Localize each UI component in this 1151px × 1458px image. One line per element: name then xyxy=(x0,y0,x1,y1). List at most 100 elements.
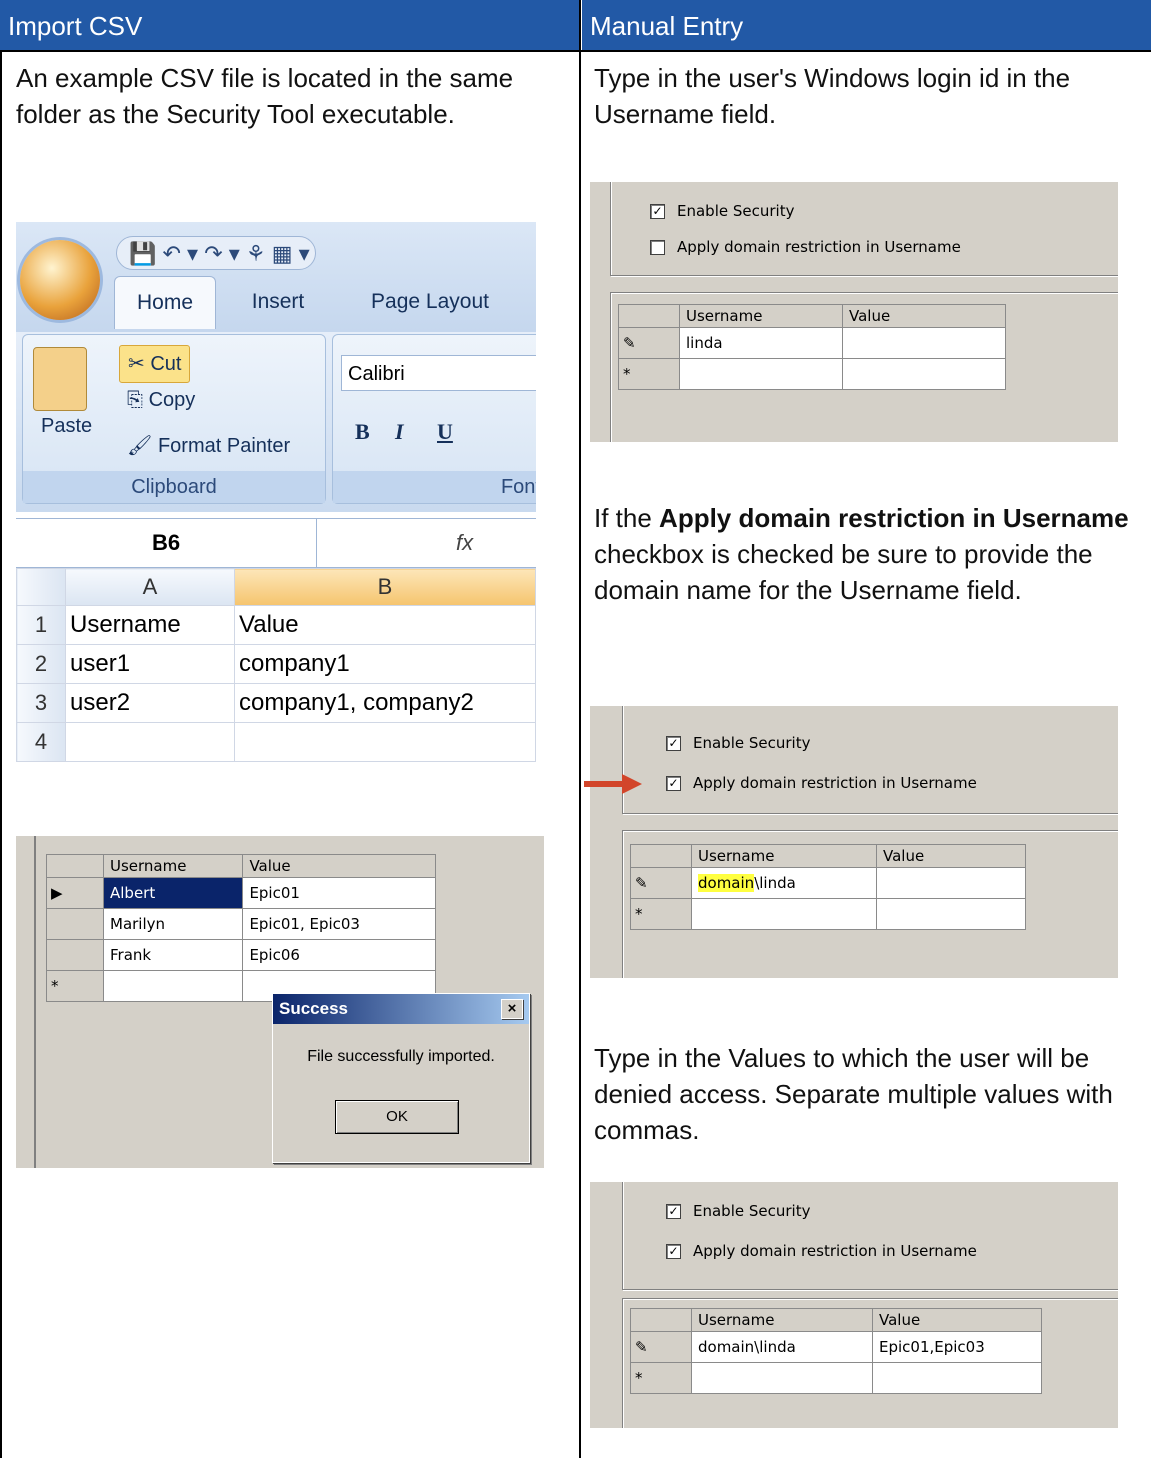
grid-cell-username[interactable]: linda xyxy=(679,327,843,359)
apply-domain-row[interactable]: Apply domain restriction in Username xyxy=(650,238,961,256)
tab-home[interactable]: Home xyxy=(114,276,216,329)
column-header[interactable]: A xyxy=(65,568,235,606)
row-header[interactable]: 4 xyxy=(16,722,66,762)
grid-cell-value[interactable] xyxy=(872,1362,1042,1394)
grid-header-value[interactable]: Value xyxy=(872,1308,1042,1332)
checkbox-unchecked-icon[interactable] xyxy=(650,239,665,255)
grid-cell-value[interactable] xyxy=(876,898,1026,930)
cut-button[interactable]: ✂ Cut xyxy=(119,345,191,383)
row-header[interactable]: 1 xyxy=(16,605,66,645)
new-row-icon[interactable]: * xyxy=(618,358,680,390)
apply-domain-row[interactable]: ✓ Apply domain restriction in Username xyxy=(666,774,977,792)
office-button-icon[interactable] xyxy=(20,240,100,320)
scissors-icon: ✂ xyxy=(128,353,151,375)
enable-security-label: Enable Security xyxy=(677,202,795,220)
dialog-title-bar: Success × xyxy=(273,994,529,1024)
manual-entry-panel-2: ✓ Enable Security ✓ Apply domain restricti… xyxy=(590,706,1118,978)
pencil-icon[interactable]: ✎ xyxy=(630,867,692,899)
grid-corner xyxy=(630,1308,692,1332)
paste-button[interactable]: Paste xyxy=(41,415,92,438)
header-import-csv: Import CSV xyxy=(0,0,580,50)
italic-button[interactable]: I xyxy=(395,419,404,445)
cell[interactable] xyxy=(65,722,235,762)
grid-cell-username[interactable]: Marilyn xyxy=(102,908,244,940)
grid-cell-username[interactable]: Frank xyxy=(102,939,244,971)
quick-access-toolbar[interactable]: 💾 ↶ ▾ ↷ ▾ ⚘ ▦ ▾ ) ₹ xyxy=(116,236,316,300)
font-name-select[interactable]: Calibri xyxy=(341,355,536,391)
tab-insert[interactable]: Insert xyxy=(230,276,326,328)
cell[interactable] xyxy=(234,722,536,762)
grid-cell-username[interactable] xyxy=(102,970,244,1002)
checkbox-checked-icon[interactable]: ✓ xyxy=(666,1243,681,1259)
user-grid: Username Value ✎ domain\linda Epic01,Epic03… xyxy=(630,1308,1042,1394)
cell[interactable]: company1, company2 xyxy=(234,683,536,723)
cell[interactable]: user1 xyxy=(65,644,235,684)
close-icon[interactable]: × xyxy=(501,999,523,1019)
grid-cell-username[interactable] xyxy=(679,358,843,390)
cell[interactable]: Value xyxy=(234,605,536,645)
new-row-icon[interactable]: * xyxy=(46,970,104,1002)
checkbox-checked-icon[interactable]: ✓ xyxy=(650,203,665,219)
grid-header-username[interactable]: Username xyxy=(102,854,244,878)
column-header[interactable]: B xyxy=(234,568,536,606)
import-intro-text: An example CSV file is located in the sa… xyxy=(16,63,514,129)
grid-cell-username[interactable]: domain\linda xyxy=(691,1331,873,1363)
grid-header-value[interactable]: Value xyxy=(842,304,1006,328)
bold-button[interactable]: B xyxy=(355,419,370,445)
grid-header-value[interactable]: Value xyxy=(876,844,1026,868)
grid-cell-username[interactable] xyxy=(691,898,877,930)
pencil-icon[interactable]: ✎ xyxy=(618,327,680,359)
apply-domain-row[interactable]: ✓ Apply domain restriction in Username xyxy=(666,1242,977,1260)
pencil-icon[interactable]: ✎ xyxy=(630,1331,692,1363)
grid-cell-value[interactable]: Epic01,Epic03 xyxy=(872,1331,1042,1363)
grid-cell-value[interactable] xyxy=(876,867,1026,899)
ok-button[interactable]: OK xyxy=(335,1100,459,1134)
checkbox-checked-icon[interactable]: ✓ xyxy=(666,735,681,751)
grid-cell-value[interactable]: Epic06 xyxy=(242,939,436,971)
underline-button[interactable]: U xyxy=(437,419,453,445)
grid-cell-value[interactable]: Epic01, Epic03 xyxy=(242,908,436,940)
name-box[interactable]: B6 xyxy=(16,519,317,567)
user-grid: Username Value ✎ domain\linda * xyxy=(630,844,1026,930)
grid-corner xyxy=(630,844,692,868)
row-header[interactable]: 2 xyxy=(16,644,66,684)
grid-header-username[interactable]: Username xyxy=(679,304,843,328)
enable-security-row[interactable]: ✓ Enable Security xyxy=(666,734,810,752)
row-selector[interactable] xyxy=(46,908,104,940)
security-options-group xyxy=(622,1182,1118,1290)
row-header[interactable]: 3 xyxy=(16,683,66,723)
current-row-icon[interactable]: ▶ xyxy=(46,877,104,909)
new-row-icon[interactable]: * xyxy=(630,1362,692,1394)
enable-security-row[interactable]: ✓ Enable Security xyxy=(650,202,794,220)
grid-cell-value[interactable]: Epic01 xyxy=(242,877,436,909)
grid-cell-value[interactable] xyxy=(842,358,1006,390)
format-painter-button[interactable]: 🖌 Format Painter xyxy=(127,433,290,458)
copy-button[interactable]: ⎘ Copy xyxy=(127,389,195,412)
cell[interactable]: Username xyxy=(65,605,235,645)
row-selector[interactable] xyxy=(46,939,104,971)
grid-corner xyxy=(46,854,104,878)
grid-cell-username[interactable] xyxy=(691,1362,873,1394)
enable-security-row[interactable]: ✓ Enable Security xyxy=(666,1202,810,1220)
dialog-message: File successfully imported. xyxy=(307,1048,495,1065)
new-row-icon[interactable]: * xyxy=(630,898,692,930)
table-column-divider xyxy=(579,0,581,1458)
cell[interactable]: company1 xyxy=(234,644,536,684)
font-name-value: Calibri xyxy=(348,363,405,385)
import-grid: Username Value ▶ Albert Epic01 Marilyn Epic0… xyxy=(46,854,436,1002)
step1-text: Type in the user's Windows login id in t… xyxy=(594,63,1071,129)
grid-cell-value[interactable] xyxy=(842,327,1006,359)
checkbox-checked-icon[interactable]: ✓ xyxy=(666,1203,681,1219)
font-group-label: Font xyxy=(333,471,536,503)
tab-page-layout[interactable]: Page Layout xyxy=(354,276,506,328)
grid-header-username[interactable]: Username xyxy=(691,1308,873,1332)
grid-cell-username[interactable]: domain\linda xyxy=(691,867,877,899)
select-all-corner[interactable] xyxy=(16,568,66,606)
function-icon[interactable]: fx xyxy=(456,519,473,567)
cell[interactable]: user2 xyxy=(65,683,235,723)
grid-header-value[interactable]: Value xyxy=(242,854,436,878)
grid-header-username[interactable]: Username xyxy=(691,844,877,868)
checkbox-checked-icon[interactable]: ✓ xyxy=(666,775,681,791)
domain-highlight: domain xyxy=(698,874,755,892)
grid-cell-username[interactable]: Albert xyxy=(102,877,244,909)
